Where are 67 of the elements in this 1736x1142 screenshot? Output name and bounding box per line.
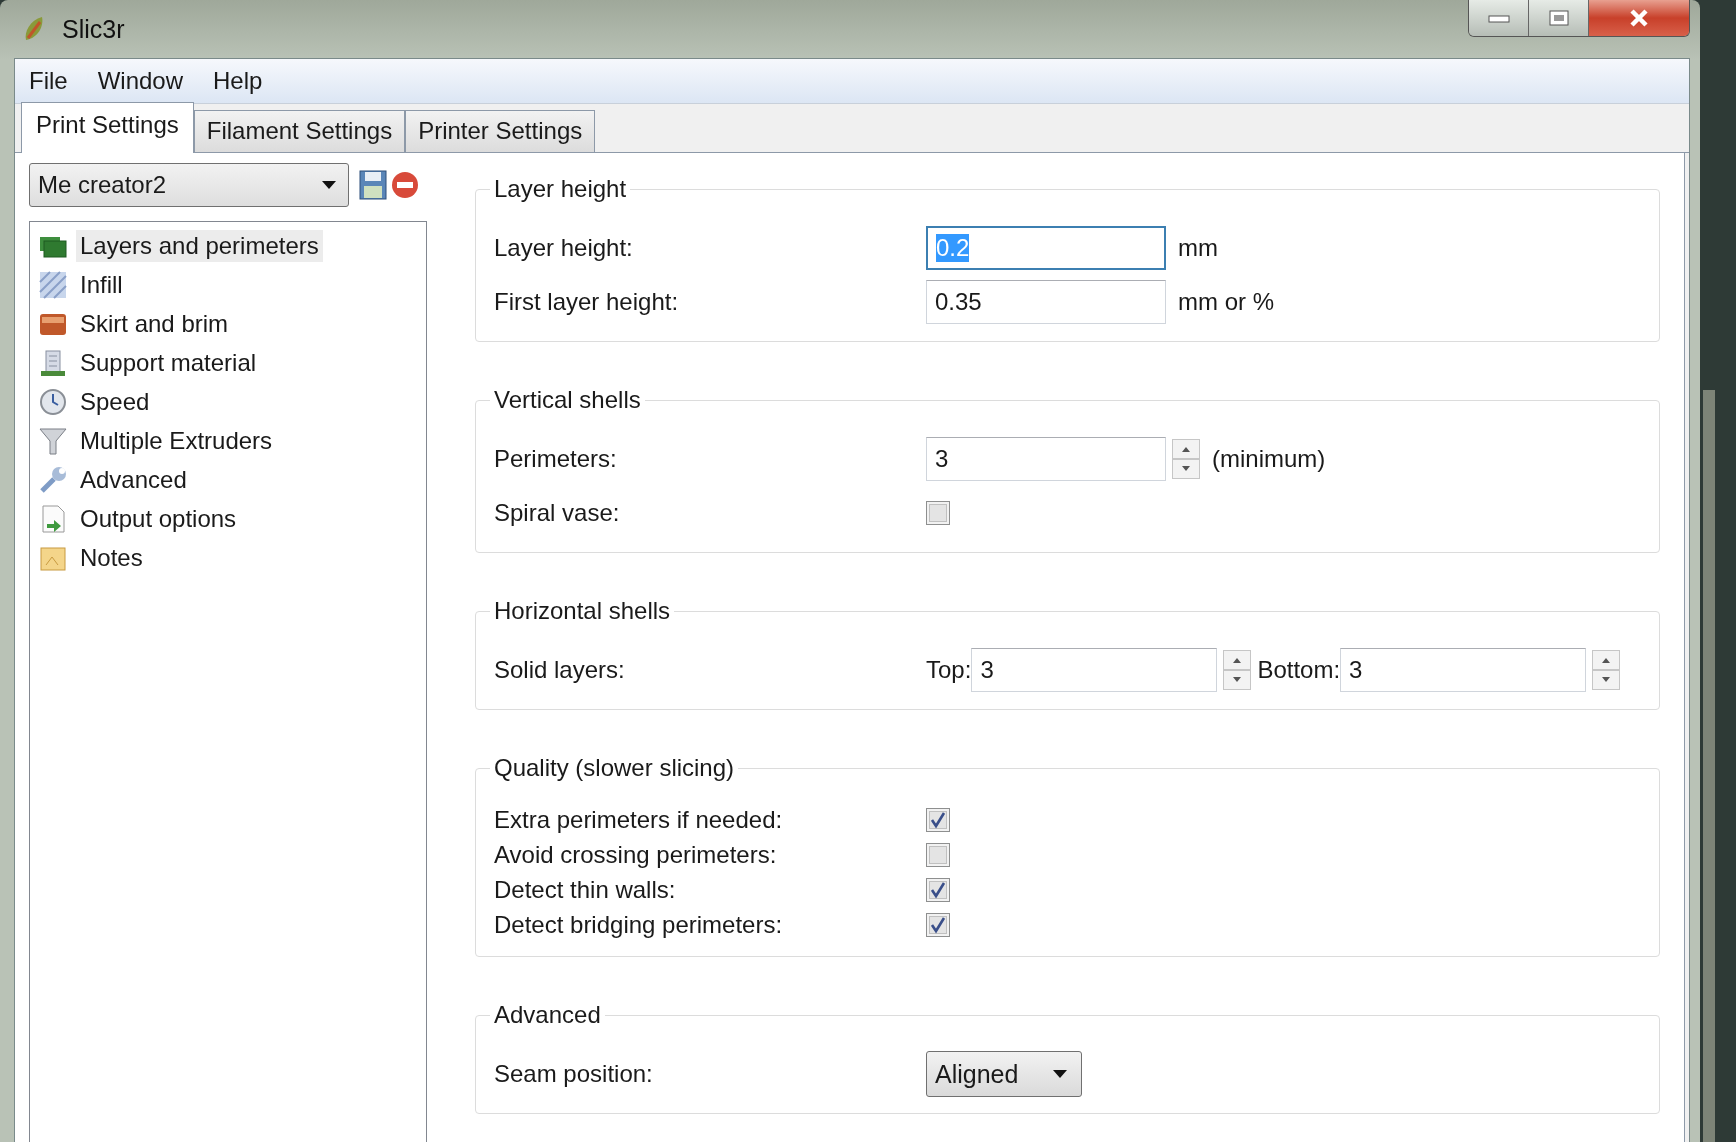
building-icon (38, 347, 68, 378)
checkbox[interactable] (926, 501, 950, 525)
field-label: Bottom: (1257, 656, 1341, 684)
number-field[interactable]: 3 (971, 648, 1218, 692)
checkbox[interactable] (926, 807, 950, 832)
text-field[interactable]: 0.35 (926, 280, 1166, 324)
preset-value: Me creator2 (38, 171, 167, 199)
field-label: First layer height: (494, 288, 680, 316)
wrench-icon (38, 464, 68, 495)
spinner-button[interactable] (1223, 650, 1252, 690)
minimize-button[interactable] (1469, 0, 1529, 36)
menu-item[interactable]: Window (97, 67, 184, 95)
group-title: Vertical shells (493, 386, 642, 414)
maximize-icon (1547, 9, 1570, 27)
minimize-icon (1487, 13, 1510, 23)
category-item[interactable]: Notes (76, 541, 147, 574)
field-label: Solid layers: (494, 656, 626, 684)
funnel-icon (38, 425, 68, 456)
field-label: Avoid crossing perimeters: (494, 840, 778, 869)
preset-dropdown[interactable]: Me creator2 (29, 163, 349, 207)
unit-label: mm or % (1178, 288, 1274, 316)
field-label: Top: (926, 656, 972, 684)
category-item[interactable]: Infill (76, 268, 127, 301)
seam-position-dropdown[interactable]: Aligned (926, 1051, 1082, 1097)
caret-icon (1053, 1070, 1067, 1078)
category-item[interactable]: Layers and perimeters (76, 229, 323, 262)
checkbox[interactable] (926, 912, 950, 937)
window-title: Slic3r (62, 14, 125, 44)
number-field[interactable]: 3 (926, 437, 1166, 481)
group-title: Advanced (493, 1001, 602, 1029)
group-title: Horizontal shells (493, 597, 672, 625)
field-label: Layer height: (494, 234, 634, 262)
spinner-button[interactable] (1172, 439, 1200, 479)
category-item[interactable]: Skirt and brim (76, 307, 233, 340)
hatched-square-icon (38, 269, 68, 300)
menu-item[interactable]: File (29, 67, 68, 95)
group-title: Layer height (493, 175, 628, 203)
category-item[interactable]: Advanced (76, 463, 191, 496)
field-label: Extra perimeters if needed: (494, 805, 784, 834)
unit-label: (minimum) (1212, 445, 1326, 473)
field-label: Detect thin walls: (494, 875, 677, 904)
delete-icon[interactable] (391, 171, 419, 199)
group-title: Quality (slower slicing) (493, 754, 736, 782)
checkbox[interactable] (926, 877, 950, 902)
save-icon[interactable] (359, 170, 387, 200)
category-item[interactable]: Multiple Extruders (76, 424, 277, 457)
field-label: Seam position: (494, 1060, 654, 1088)
caret-icon (322, 181, 336, 189)
clock-icon (38, 386, 68, 417)
tab[interactable]: Filament Settings (193, 110, 406, 152)
tab[interactable]: Print Settings (21, 102, 194, 153)
dropdown-value: Aligned (935, 1059, 1019, 1089)
number-field[interactable]: 3 (1340, 648, 1587, 692)
unit-label: mm (1178, 234, 1218, 262)
tab[interactable]: Printer Settings (405, 110, 596, 152)
maximize-button[interactable] (1529, 0, 1589, 36)
close-icon (1627, 8, 1651, 28)
field-label: Detect bridging perimeters: (494, 910, 784, 939)
field-label: Perimeters: (494, 445, 618, 473)
menu-item[interactable]: Help (213, 67, 263, 95)
category-item[interactable]: Support material (76, 346, 261, 379)
field-label: Spiral vase: (494, 499, 621, 527)
category-item[interactable]: Speed (76, 385, 154, 418)
checkbox[interactable] (926, 842, 950, 867)
spinner-button[interactable] (1592, 650, 1621, 690)
close-button[interactable] (1589, 0, 1689, 36)
category-item[interactable]: Output options (76, 502, 241, 535)
